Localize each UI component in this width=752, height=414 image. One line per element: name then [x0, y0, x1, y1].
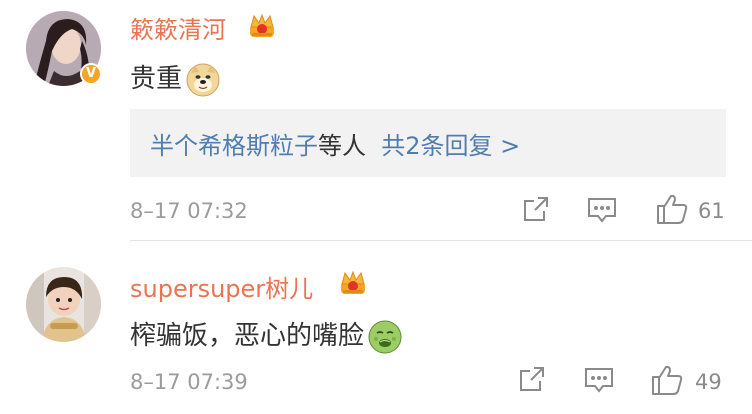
- avatar[interactable]: [26, 267, 101, 342]
- share-icon: [520, 367, 544, 391]
- comment-item: supersuper树儿 榨骗饭，恶心的嘴脸 8–17 07:39 49: [0, 243, 752, 414]
- reply-author-link[interactable]: 半个希格斯粒子: [150, 132, 318, 160]
- like-count: 49: [695, 370, 722, 394]
- share-button[interactable]: [522, 195, 550, 223]
- comment-button[interactable]: [584, 367, 614, 393]
- comment-text: 贵重: [130, 58, 220, 97]
- comment-divider: [130, 240, 752, 241]
- view-replies-link[interactable]: 共2条回复 >: [381, 132, 520, 160]
- reply-preview-label: 等人: [318, 132, 366, 160]
- username[interactable]: supersuper树儿: [130, 269, 313, 304]
- like-count: 61: [698, 199, 725, 223]
- comment-button[interactable]: [587, 197, 617, 223]
- comment-text: 榨骗饭，恶心的嘴脸: [130, 315, 402, 354]
- like-button[interactable]: [651, 364, 683, 396]
- timestamp: 8–17 07:39: [130, 370, 248, 394]
- nauseated-face-emoji-icon: [368, 320, 402, 353]
- crown-icon: [341, 270, 365, 294]
- like-button[interactable]: [656, 193, 688, 225]
- share-button[interactable]: [518, 365, 546, 393]
- like-icon: [652, 365, 683, 395]
- comment-item: V 簌簌清河 贵重 半个希格斯粒子等人 共2条回复 > 8–17 07:32 6…: [0, 0, 752, 240]
- username[interactable]: 簌簌清河: [130, 10, 226, 45]
- reply-preview[interactable]: 半个希格斯粒子等人 共2条回复 >: [130, 109, 726, 177]
- timestamp: 8–17 07:32: [130, 199, 248, 223]
- doge-emoji-icon: [186, 63, 220, 96]
- verified-badge-icon: V: [80, 63, 102, 85]
- like-icon: [657, 194, 688, 224]
- share-icon: [524, 197, 548, 221]
- comment-icon: [585, 368, 613, 393]
- comment-icon: [588, 198, 616, 223]
- crown-icon: [250, 13, 274, 37]
